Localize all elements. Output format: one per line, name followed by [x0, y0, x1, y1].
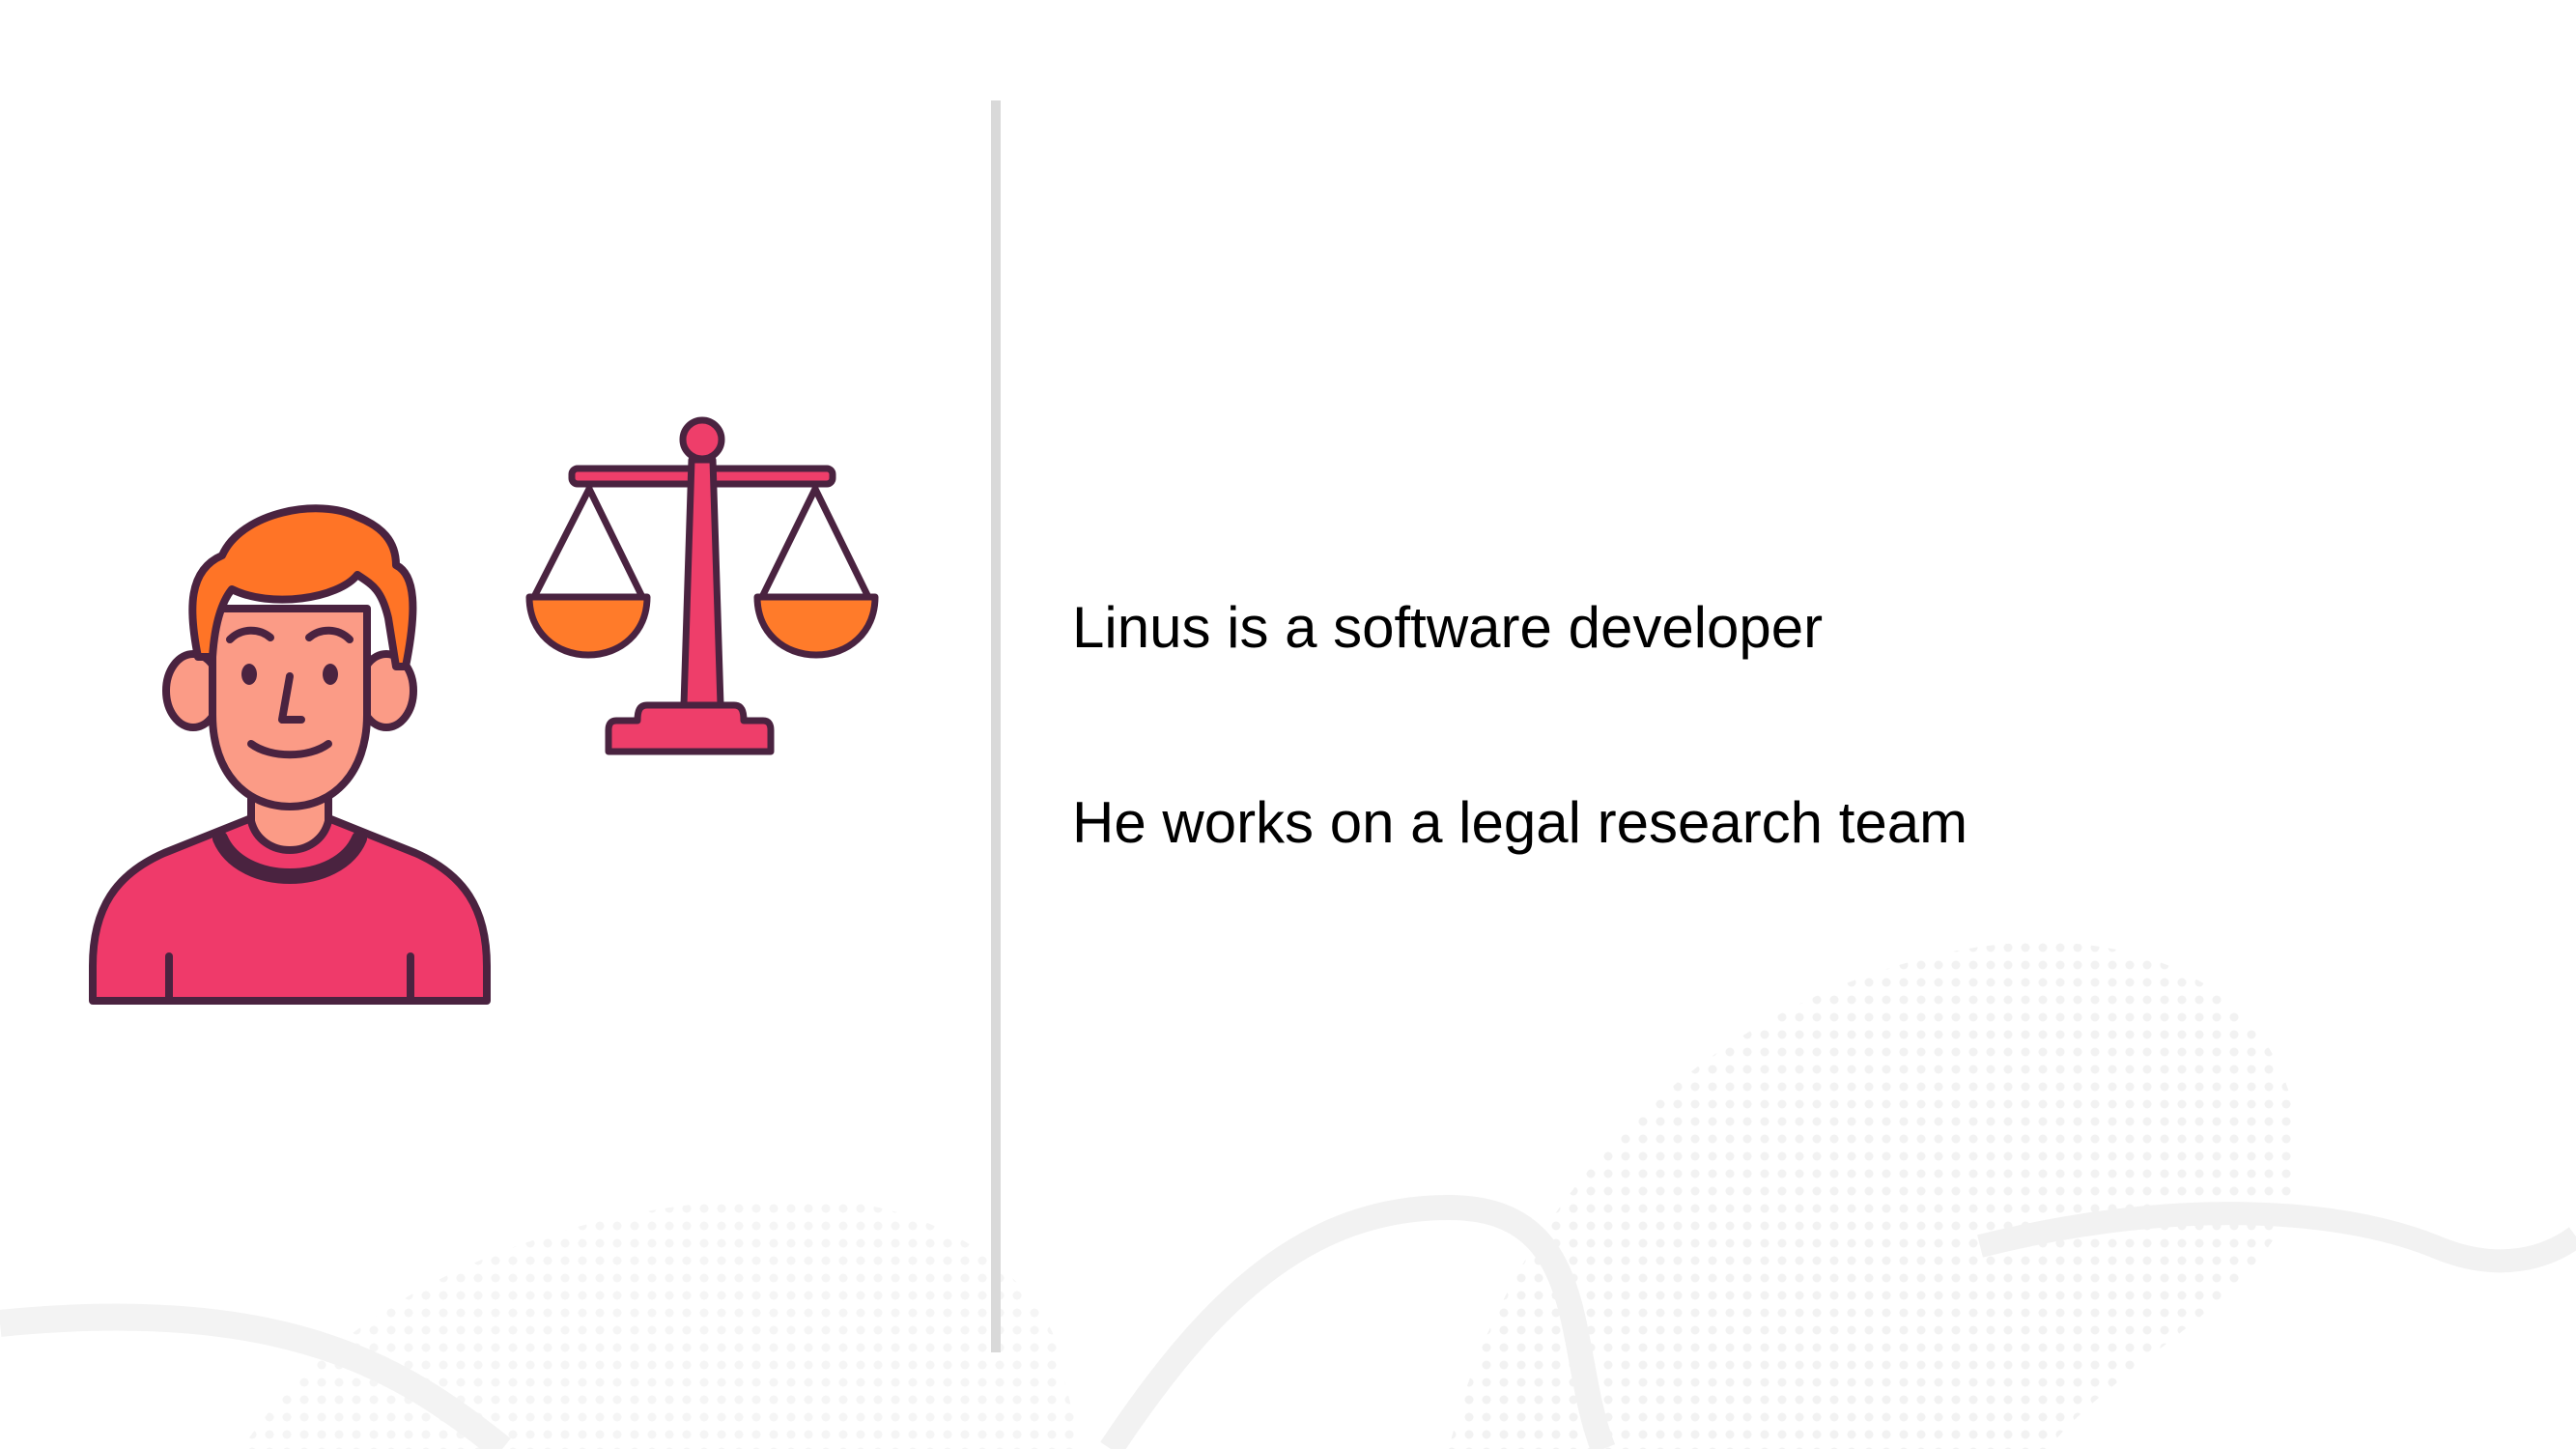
slide: Linus is a software developer He works o…: [0, 0, 2576, 1449]
scales-of-justice-icon: [525, 416, 879, 755]
statement-line-1: Linus is a software developer: [1072, 595, 1824, 660]
statement-line-2: He works on a legal research team: [1072, 790, 1968, 855]
person-icon: [89, 504, 491, 1005]
vertical-divider: [991, 100, 1001, 1352]
